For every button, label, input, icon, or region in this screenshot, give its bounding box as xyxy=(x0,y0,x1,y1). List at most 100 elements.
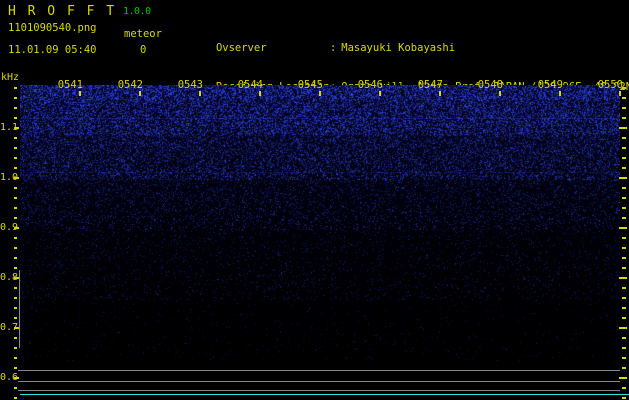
mode-label: meteor xyxy=(124,28,162,40)
freq-major-tick xyxy=(619,127,627,129)
meteor-count: 0 xyxy=(140,44,147,56)
freq-minor-tick xyxy=(14,267,17,269)
freq-minor-tick xyxy=(622,217,626,219)
level-axis-line xyxy=(19,270,20,348)
freq-minor-tick xyxy=(622,387,626,389)
time-tick-label: 0541 xyxy=(57,79,83,91)
freq-minor-tick xyxy=(622,317,626,319)
freq-minor-tick xyxy=(14,287,17,289)
time-tick xyxy=(559,91,561,96)
time-tick xyxy=(499,91,501,96)
freq-minor-tick xyxy=(622,137,626,139)
freq-minor-tick xyxy=(14,247,17,249)
freq-minor-tick xyxy=(622,247,626,249)
freq-minor-tick xyxy=(14,107,17,109)
reference-line xyxy=(18,390,620,391)
freq-minor-tick xyxy=(622,157,626,159)
freq-minor-tick xyxy=(14,167,17,169)
app-version: 1.0.0 xyxy=(123,6,151,17)
freq-minor-tick xyxy=(622,287,626,289)
reference-line xyxy=(18,370,620,371)
time-tick xyxy=(139,91,141,96)
freq-minor-tick xyxy=(14,207,17,209)
freq-minor-tick xyxy=(622,187,626,189)
spectrogram-noise-field xyxy=(20,85,620,361)
freq-minor-tick xyxy=(622,97,626,99)
freq-major-tick xyxy=(619,227,627,229)
freq-minor-tick xyxy=(622,167,626,169)
freq-minor-tick xyxy=(622,107,626,109)
freq-minor-tick xyxy=(622,267,626,269)
freq-major-tick xyxy=(14,377,19,379)
freq-minor-tick xyxy=(14,347,17,349)
noise-band-line xyxy=(20,172,620,173)
freq-minor-tick xyxy=(14,117,17,119)
freq-major-tick xyxy=(619,177,627,179)
freq-minor-tick xyxy=(14,97,17,99)
freq-minor-tick xyxy=(622,197,626,199)
freq-minor-tick xyxy=(14,157,17,159)
time-tick xyxy=(259,91,261,96)
hrofft-screen: H R O F F T 1.0.0 1101090540.png meteor … xyxy=(0,0,629,400)
freq-minor-tick xyxy=(14,147,17,149)
time-tick-label: 0548 xyxy=(477,79,503,91)
info-value: Masayuki Kobayashi xyxy=(341,42,456,54)
time-tick xyxy=(319,91,321,96)
time-tick-label: 0549 xyxy=(537,79,563,91)
freq-tick-label: 1.1 xyxy=(0,122,19,133)
time-tick xyxy=(619,91,621,96)
freq-minor-tick xyxy=(14,397,17,399)
freq-minor-tick xyxy=(14,137,17,139)
freq-minor-tick xyxy=(14,217,17,219)
freq-tick-label: 1.0 xyxy=(0,172,19,183)
freq-minor-tick xyxy=(622,207,626,209)
freq-tick-label: 0.8 xyxy=(0,272,19,283)
freq-tick-label: 0.9 xyxy=(0,222,19,233)
freq-minor-tick xyxy=(14,357,17,359)
freq-minor-tick xyxy=(622,117,626,119)
time-tick-label: 0546 xyxy=(357,79,383,91)
freq-minor-tick xyxy=(14,297,17,299)
freq-major-tick xyxy=(14,127,19,129)
freq-tick-label: 0.6 xyxy=(0,372,19,383)
freq-minor-tick xyxy=(622,347,626,349)
freq-minor-tick xyxy=(14,307,17,309)
freq-minor-tick xyxy=(622,357,626,359)
freq-minor-tick xyxy=(14,387,17,389)
freq-minor-tick xyxy=(622,297,626,299)
time-tick-label: 0542 xyxy=(117,79,143,91)
time-tick-label: 0547 xyxy=(417,79,443,91)
time-tick-label: 0545 xyxy=(297,79,323,91)
freq-major-tick xyxy=(619,377,627,379)
freq-minor-tick xyxy=(14,187,17,189)
freq-minor-tick xyxy=(622,337,626,339)
freq-axis-unit-label: kHz xyxy=(1,72,20,83)
time-tick-label: 0543 xyxy=(177,79,203,91)
signal-level-trace xyxy=(20,394,629,395)
time-tick xyxy=(439,91,441,96)
time-tick xyxy=(379,91,381,96)
freq-minor-tick xyxy=(622,257,626,259)
freq-major-tick xyxy=(619,327,627,329)
freq-major-tick xyxy=(619,277,627,279)
freq-tick-label: 0.7 xyxy=(0,322,19,333)
freq-minor-tick xyxy=(14,237,17,239)
info-row-observer: Ovserver: Masayuki Kobayashi xyxy=(178,29,629,54)
freq-minor-tick xyxy=(14,87,17,89)
time-tick xyxy=(79,91,81,96)
time-tick xyxy=(199,91,201,96)
reference-line xyxy=(18,381,620,382)
freq-minor-tick xyxy=(14,317,17,319)
info-label: Ovserver xyxy=(215,42,267,54)
freq-minor-tick xyxy=(622,397,626,399)
time-tick-label: 0544 xyxy=(237,79,263,91)
freq-minor-tick xyxy=(14,197,17,199)
info-separator: : xyxy=(329,42,337,54)
freq-minor-tick xyxy=(14,257,17,259)
datetime-label: 11.01.09 05:40 xyxy=(8,44,97,56)
freq-minor-tick xyxy=(622,147,626,149)
freq-major-tick xyxy=(14,177,19,179)
time-tick-label: 0550 xyxy=(597,79,623,91)
freq-minor-tick xyxy=(622,237,626,239)
output-filename: 1101090540.png xyxy=(8,22,97,34)
